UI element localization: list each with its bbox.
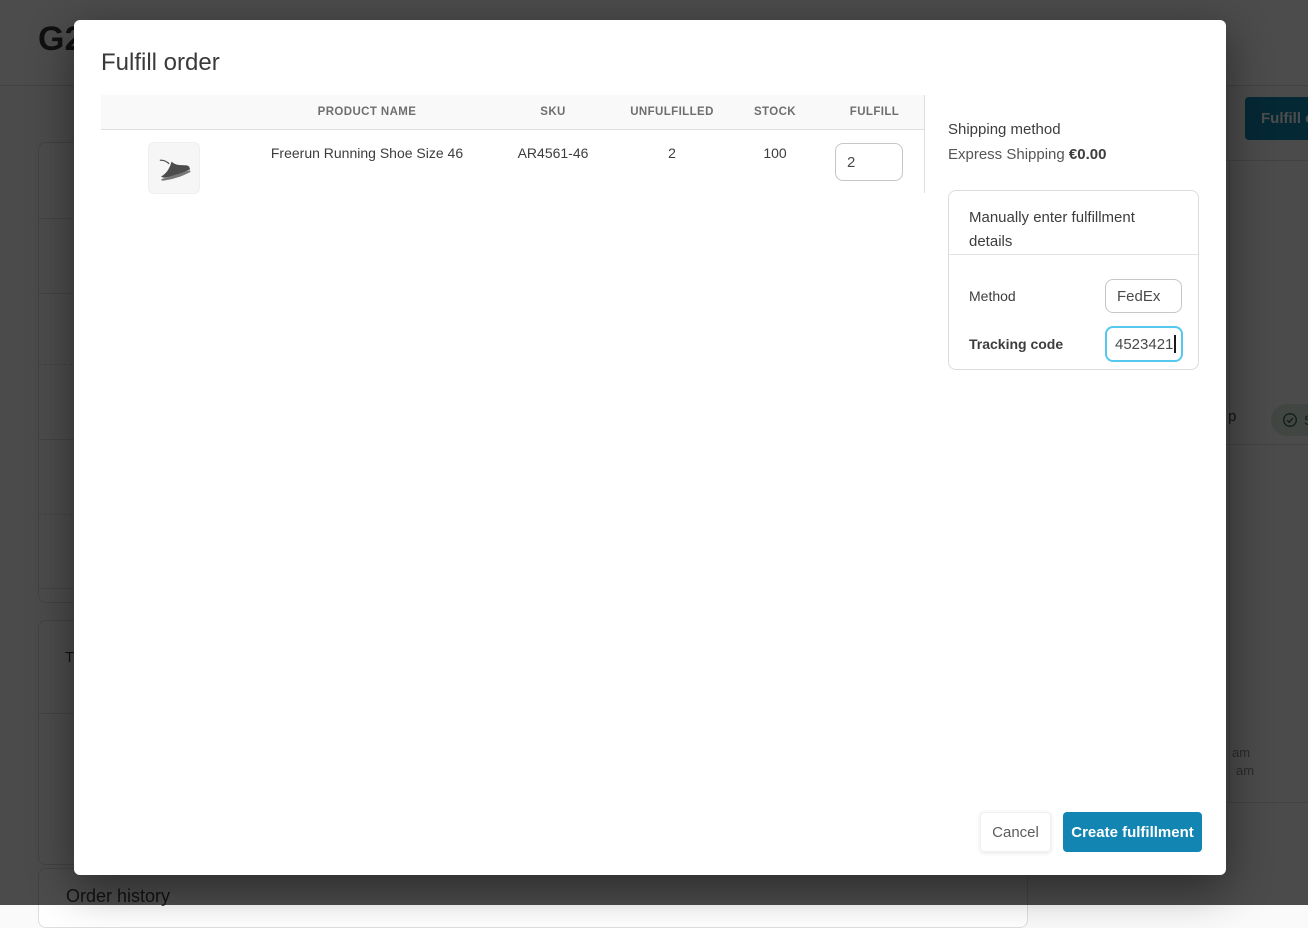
fulfill-quantity-value: 2 [847,153,856,171]
tracking-code-value: 4523421 [1115,335,1174,353]
products-table-header: PRODUCT NAME SKU UNFULFILLED STOCK FULFI… [101,95,924,130]
header-product-name: PRODUCT NAME [317,106,417,118]
shipping-method-heading: Shipping method [948,121,1061,138]
tracking-code-input[interactable]: 4523421 [1105,326,1183,362]
cell-sku: AR4561-46 [517,145,589,161]
header-fulfill: FULFILL [849,106,900,118]
cell-product-name: Freerun Running Shoe Size 46 [270,145,464,161]
shipping-price: €0.00 [1068,146,1107,163]
cancel-button[interactable]: Cancel [980,812,1051,852]
product-thumbnail [148,142,200,194]
header-unfulfilled: UNFULFILLED [630,106,714,118]
text-cursor [1174,335,1176,353]
fulfill-order-dialog: Fulfill order PRODUCT NAME SKU UNFULFILL… [74,20,1226,875]
manual-fulfillment-card: Manually enter fulfillment details Metho… [948,190,1199,370]
method-input[interactable]: FedEx [1105,279,1182,313]
dialog-title: Fulfill order [101,49,220,76]
divider [949,254,1198,255]
cell-thumbnail [101,130,247,194]
method-label: Method [969,288,1016,304]
method-value: FedEx [1117,287,1161,305]
shipping-carrier: Express Shipping [948,146,1065,163]
table-right-border [924,95,925,193]
sneaker-icon [159,159,191,181]
cell-stock: 100 [763,145,787,161]
cell-unfulfilled: 2 [668,145,676,161]
header-thumbnail [101,95,247,129]
shipping-method-value: Express Shipping €0.00 [948,146,1106,163]
create-fulfillment-button[interactable]: Create fulfillment [1063,812,1202,852]
product-row: Freerun Running Shoe Size 46 AR4561-46 2… [101,130,924,194]
header-sku: SKU [540,106,566,118]
manual-fulfillment-title: Manually enter fulfillment details [969,209,1135,250]
fulfill-quantity-input[interactable]: 2 [835,143,903,181]
header-stock: STOCK [753,106,797,118]
cell-fulfill: 2 [825,130,924,193]
tracking-code-label: Tracking code [969,336,1064,352]
